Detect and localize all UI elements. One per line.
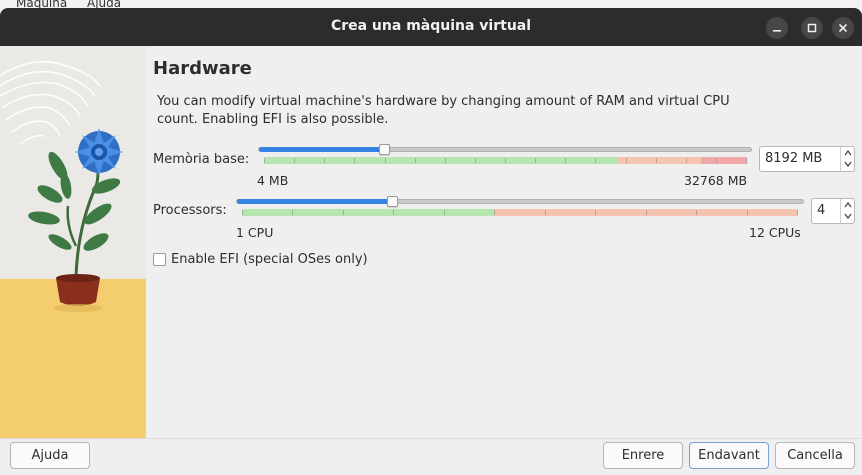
processors-max-label: 12 CPUs (749, 225, 801, 240)
scale-tick (494, 210, 495, 215)
memory-value: 8192 MB (765, 151, 823, 166)
processors-scale (242, 209, 798, 216)
scale-tick (393, 210, 394, 215)
memory-max-label: 32768 MB (684, 173, 748, 188)
spin-up-icon[interactable] (844, 202, 852, 208)
processors-spin-arrows[interactable] (840, 199, 854, 223)
processors-slider-fill (237, 199, 393, 204)
wizard-illustration (0, 46, 146, 438)
processors-value: 4 (817, 203, 826, 218)
spin-up-icon[interactable] (844, 150, 852, 156)
scale-tick (343, 210, 344, 215)
processors-label: Processors: (153, 203, 227, 218)
memory-spinbox[interactable]: 8192 MB (759, 146, 855, 172)
scale-tick (294, 158, 295, 163)
window-title: Crea una màquina virtual (330, 18, 532, 34)
spin-down-icon[interactable] (844, 213, 852, 219)
processors-spinbox[interactable]: 4 (811, 198, 855, 224)
dialog-window: Crea una màquina virtual Hardware You ca… (0, 8, 862, 475)
memory-scale-danger (701, 157, 747, 164)
efi-checkbox[interactable] (153, 253, 166, 266)
scale-tick (354, 158, 355, 163)
scale-tick (565, 158, 566, 163)
scale-tick (444, 210, 445, 215)
processors-slider-handle[interactable] (387, 196, 398, 207)
maximize-icon (807, 23, 817, 33)
processors-min-label: 1 CPU (236, 225, 274, 240)
efi-label[interactable]: Enable EFI (special OSes only) (171, 252, 368, 267)
scale-tick (505, 158, 506, 163)
help-button[interactable]: Ajuda (10, 442, 90, 469)
cancel-button[interactable]: Cancella (775, 442, 855, 469)
scale-tick (292, 210, 293, 215)
scale-tick (445, 158, 446, 163)
next-button[interactable]: Endavant (689, 442, 769, 469)
back-button[interactable]: Enrere (603, 442, 683, 469)
scale-tick (646, 210, 647, 215)
scale-tick (716, 158, 717, 163)
memory-min-label: 4 MB (257, 173, 289, 188)
scale-tick (415, 158, 416, 163)
scale-tick (656, 158, 657, 163)
maximize-button[interactable] (801, 17, 823, 39)
memory-scale-warning (617, 157, 701, 164)
scale-tick (385, 158, 386, 163)
page-description: You can modify virtual machine's hardwar… (157, 94, 730, 127)
processors-slider[interactable] (236, 199, 804, 204)
scale-tick (264, 158, 265, 163)
scale-tick (696, 210, 697, 215)
scale-tick (595, 158, 596, 163)
memory-label: Memòria base: (153, 152, 250, 167)
minimize-icon (773, 30, 781, 32)
scale-tick (242, 210, 243, 215)
scale-tick (746, 158, 747, 163)
page-title: Hardware (153, 58, 252, 79)
scale-tick (626, 158, 627, 163)
hardware-page: Hardware You can modify virtual machine'… (146, 46, 862, 438)
dialog-footer: Ajuda Enrere Endavant Cancella (0, 438, 862, 475)
memory-slider-handle[interactable] (379, 144, 390, 155)
scale-tick (475, 158, 476, 163)
memory-spin-arrows[interactable] (840, 147, 854, 171)
scale-tick (324, 158, 325, 163)
memory-scale (264, 157, 747, 164)
scale-tick (535, 158, 536, 163)
close-icon (838, 23, 848, 33)
plant-illustration (0, 46, 146, 438)
spin-down-icon[interactable] (844, 161, 852, 167)
scale-tick (545, 210, 546, 215)
title-bar: Crea una màquina virtual (0, 8, 862, 46)
processors-scale-safe (242, 209, 494, 216)
scale-tick (595, 210, 596, 215)
scale-tick (797, 210, 798, 215)
memory-slider[interactable] (258, 147, 752, 152)
memory-slider-fill (259, 147, 385, 152)
close-button[interactable] (832, 17, 854, 39)
minimize-button[interactable] (766, 17, 788, 39)
scale-tick (747, 210, 748, 215)
scale-tick (686, 158, 687, 163)
